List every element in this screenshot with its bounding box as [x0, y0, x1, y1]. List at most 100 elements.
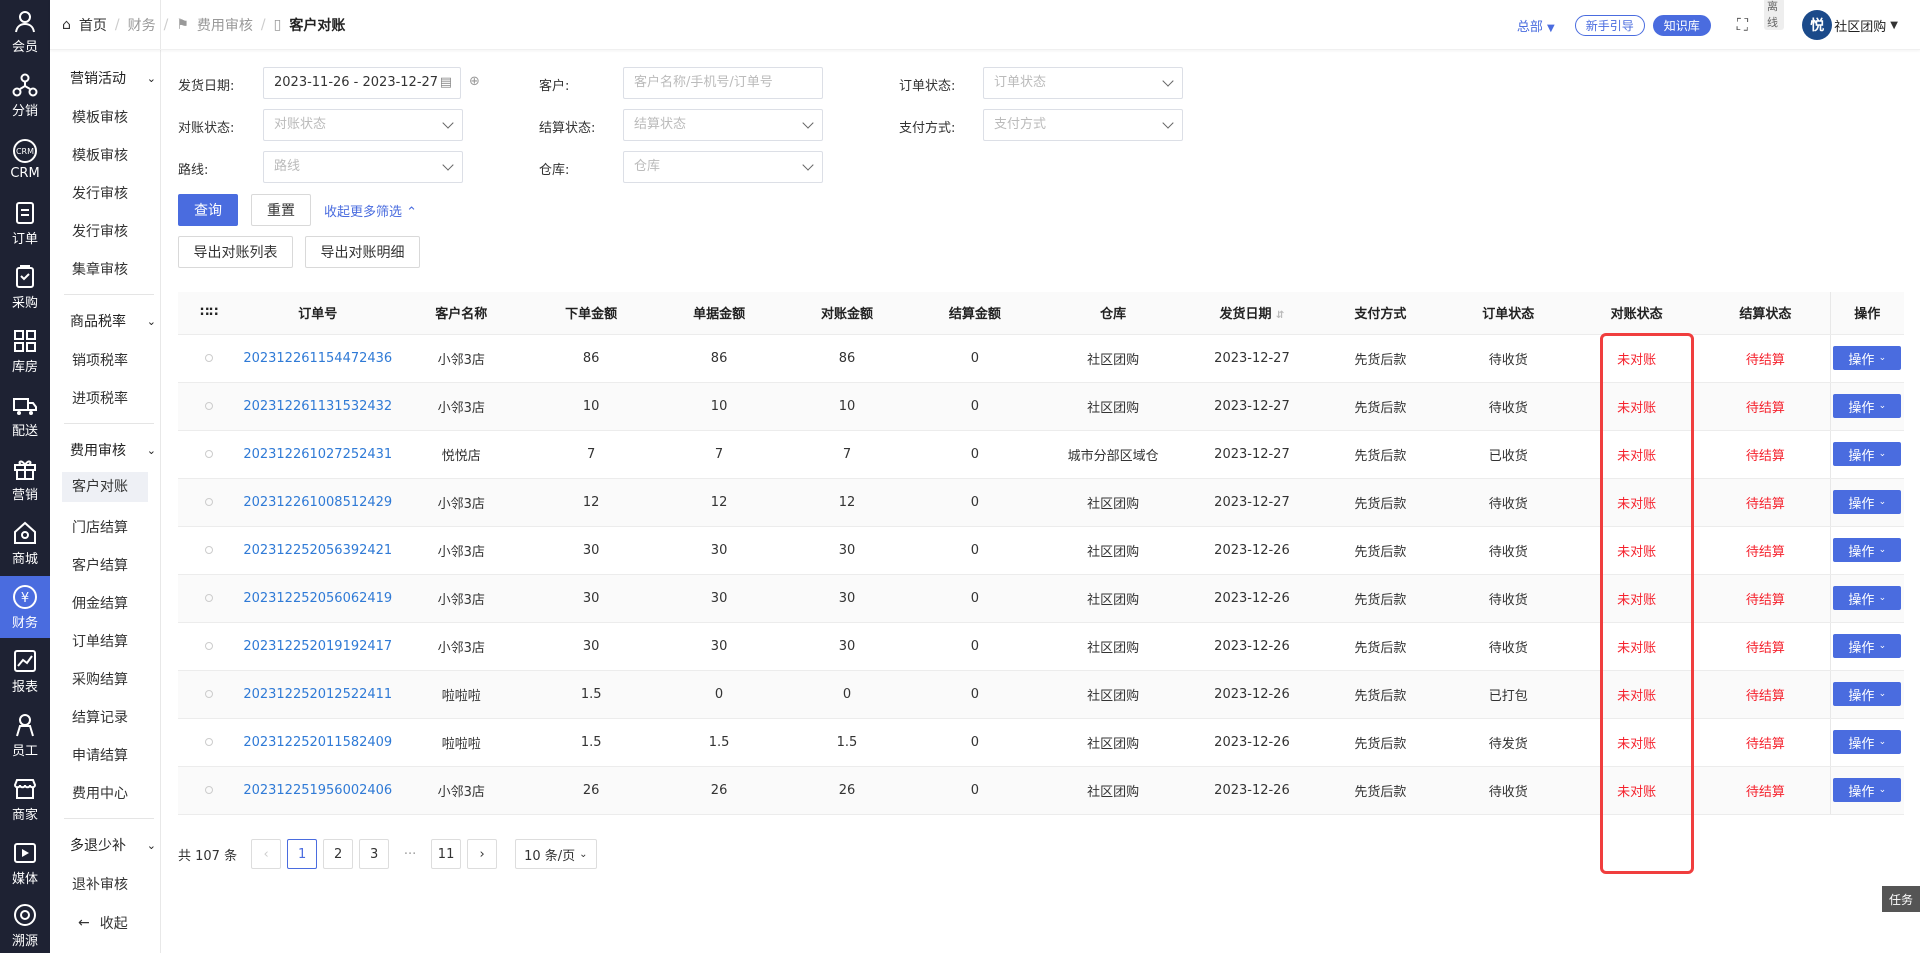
action-dropdown-button[interactable]: 操作 ⌄	[1833, 586, 1902, 610]
pay-method-select[interactable]: 支付方式	[983, 109, 1183, 141]
recon-status-select[interactable]: 对账状态	[263, 109, 463, 141]
rail-item-distribution[interactable]: 分销	[0, 64, 50, 126]
query-button[interactable]: 查询	[178, 194, 238, 226]
cell-order-no[interactable]: 202312261027252431	[240, 430, 396, 479]
next-page-button[interactable]: ›	[467, 839, 498, 869]
caret-down-icon[interactable]: ▼	[1890, 20, 1898, 31]
cell-order-no[interactable]: 202312252012522411	[240, 670, 396, 719]
page-3[interactable]: 3	[359, 839, 390, 869]
row-radio[interactable]	[178, 478, 241, 527]
reset-button[interactable]: 重置	[251, 194, 311, 226]
menu-group-tax[interactable]: 商品税率 ⌄	[70, 311, 156, 331]
rail-item-shop[interactable]: 商城	[0, 512, 50, 574]
menu-item-issue-review-2[interactable]: 发行审核	[72, 221, 128, 241]
menu-item-output-tax[interactable]: 销项税率	[72, 350, 128, 370]
rail-item-purchase[interactable]: 采购	[0, 256, 50, 318]
rail-item-member[interactable]: 会员	[0, 0, 50, 62]
rail-item-report[interactable]: 报表	[0, 640, 50, 702]
settle-status-select[interactable]: 结算状态	[623, 109, 823, 141]
page-2[interactable]: 2	[323, 839, 354, 869]
rail-item-marketing[interactable]: 营销	[0, 448, 50, 510]
menu-group-expense-review[interactable]: 费用审核 ⌄	[70, 440, 156, 460]
menu-item-order-settlement[interactable]: 订单结算	[72, 631, 128, 651]
add-circle-icon[interactable]: ⊕	[469, 74, 480, 89]
col-ship-date[interactable]: 发货日期 ⇵	[1187, 292, 1317, 335]
rail-item-staff[interactable]: 员工	[0, 704, 50, 766]
row-radio[interactable]	[178, 430, 241, 479]
cell-order-no[interactable]: 202312261154472436	[240, 334, 396, 383]
menu-group-marketing[interactable]: 营销活动 ⌄	[70, 68, 156, 88]
row-radio[interactable]	[178, 382, 241, 431]
breadcrumb-home[interactable]: 首页	[79, 15, 107, 35]
rail-item-warehouse[interactable]: 库房	[0, 320, 50, 382]
row-radio[interactable]	[178, 334, 241, 383]
cell-order-no[interactable]: 202312252019192417	[240, 622, 396, 671]
rail-item-trace[interactable]: 溯源	[0, 894, 50, 956]
menu-group-refund[interactable]: 多退少补 ⌄	[70, 835, 156, 855]
rail-item-media[interactable]: 媒体	[0, 832, 50, 894]
rail-item-merchant[interactable]: 商家	[0, 768, 50, 830]
warehouse-select[interactable]: 仓库	[623, 151, 823, 183]
menu-item-refund-review[interactable]: 退补审核	[72, 874, 128, 894]
page-11[interactable]: 11	[431, 839, 462, 869]
action-dropdown-button[interactable]: 操作 ⌄	[1833, 346, 1902, 370]
row-radio[interactable]	[178, 574, 241, 623]
cell-order-no[interactable]: 202312261008512429	[240, 478, 396, 527]
page-size-select[interactable]: 10 条/页 ⌄	[515, 839, 597, 869]
action-dropdown-button[interactable]: 操作 ⌄	[1833, 682, 1902, 706]
breadcrumb-finance[interactable]: 财务	[128, 15, 156, 35]
ship-date-range[interactable]: 2023-11-26 - 2023-12-27 ▤	[263, 67, 461, 99]
action-dropdown-button[interactable]: 操作 ⌄	[1833, 730, 1902, 754]
rail-item-delivery[interactable]: 配送	[0, 384, 50, 446]
export-recon-detail-button[interactable]: 导出对账明细	[305, 236, 420, 268]
cell-order-no[interactable]: 202312252056392421	[240, 526, 396, 575]
menu-item-customer-reconciliation[interactable]: 客户对账	[62, 472, 148, 502]
breadcrumb-expense-review[interactable]: 费用审核	[197, 15, 253, 35]
menu-item-settlement-records[interactable]: 结算记录	[72, 707, 128, 727]
org-switcher[interactable]: 总部 ▼	[1517, 16, 1555, 35]
route-select[interactable]: 路线	[263, 151, 463, 183]
knowledge-button[interactable]: 知识库	[1652, 14, 1711, 36]
guide-button[interactable]: 新手引导	[1574, 14, 1645, 36]
cell-order-no[interactable]: 202312261131532432	[240, 382, 396, 431]
export-recon-list-button[interactable]: 导出对账列表	[178, 236, 293, 268]
fullscreen-icon[interactable]: ⛶	[1737, 15, 1748, 35]
row-radio[interactable]	[178, 622, 241, 671]
bell-icon[interactable]: 🕭离线	[1763, 0, 1785, 39]
collapse-sidebar-button[interactable]: ← 收起	[78, 913, 128, 933]
page-ellipsis[interactable]: ···	[395, 847, 425, 862]
rail-item-crm[interactable]: CRM CRM	[0, 128, 50, 190]
menu-item-stamp-review[interactable]: 集章审核	[72, 259, 128, 279]
rail-item-finance[interactable]: ¥ 财务	[0, 576, 50, 638]
cell-order-no[interactable]: 202312252056062419	[240, 574, 396, 623]
action-dropdown-button[interactable]: 操作 ⌄	[1833, 442, 1902, 466]
menu-item-expense-center[interactable]: 费用中心	[72, 783, 128, 803]
cell-order-no[interactable]: 202312252011582409	[240, 718, 396, 767]
prev-page-button[interactable]: ‹	[251, 839, 282, 869]
menu-item-input-tax[interactable]: 进项税率	[72, 388, 128, 408]
action-dropdown-button[interactable]: 操作 ⌄	[1833, 538, 1902, 562]
menu-item-template-review-1[interactable]: 模板审核	[72, 107, 128, 127]
menu-item-store-settlement[interactable]: 门店结算	[72, 517, 128, 537]
page-1[interactable]: 1	[287, 839, 318, 869]
rail-item-order[interactable]: 订单	[0, 192, 50, 254]
menu-item-purchase-settlement[interactable]: 采购结算	[72, 669, 128, 689]
action-dropdown-button[interactable]: 操作 ⌄	[1833, 778, 1902, 802]
store-name[interactable]: 社区团购	[1834, 16, 1886, 35]
menu-item-issue-review-1[interactable]: 发行审核	[72, 183, 128, 203]
customer-search-input[interactable]: 客户名称/手机号/订单号	[623, 67, 823, 99]
menu-item-template-review-2[interactable]: 模板审核	[72, 145, 128, 165]
avatar[interactable]: 悦	[1802, 10, 1833, 40]
row-radio[interactable]	[178, 526, 241, 575]
collapse-filters-link[interactable]: 收起更多筛选 ⌃	[324, 201, 417, 220]
action-dropdown-button[interactable]: 操作 ⌄	[1833, 634, 1902, 658]
row-radio[interactable]	[178, 766, 241, 815]
task-button[interactable]: 任务	[1882, 886, 1920, 912]
row-radio[interactable]	[178, 718, 241, 767]
column-settings-icon[interactable]: ∷∷	[178, 292, 241, 335]
action-dropdown-button[interactable]: 操作 ⌄	[1833, 490, 1902, 514]
menu-item-customer-settlement[interactable]: 客户结算	[72, 555, 128, 575]
order-status-select[interactable]: 订单状态	[983, 67, 1183, 99]
menu-item-commission-settlement[interactable]: 佣金结算	[72, 593, 128, 613]
cell-order-no[interactable]: 202312251956002406	[240, 766, 396, 815]
